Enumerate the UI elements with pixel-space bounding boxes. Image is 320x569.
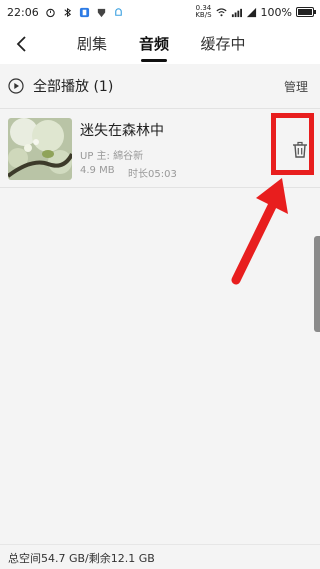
tab-caching[interactable]: 缓存中 [198,24,248,64]
chevron-left-icon [16,36,26,52]
battery-icon [296,7,316,17]
net-speed-unit: KB/S [195,11,212,19]
annotation-arrow-icon [231,178,288,285]
back-button[interactable] [8,30,36,58]
item-duration: 时长05:03 [128,169,177,180]
alarm-icon [45,8,55,17]
status-time: 22:06 [7,5,39,19]
item-title: 迷失在森林中 [80,123,164,139]
storage-footer: 总空间54.7 GB/剩余12.1 GB [0,544,320,569]
item-thumbnail[interactable] [8,118,72,180]
storage-info: 总空间54.7 GB/剩余12.1 GB [8,552,155,565]
top-nav: 剧集 音频 缓存中 [0,24,320,64]
battery-percent: 100% [260,5,292,19]
thumbnail-image [8,118,72,180]
annotation-highlight-box [271,113,314,175]
item-uploader: UP 主: 綿谷新 [80,151,144,162]
manage-button[interactable]: 管理 [284,78,308,95]
tab-audio[interactable]: 音频 [134,24,174,64]
status-right: 0.34 KB/S 100% [195,0,316,24]
bell-notification-icon [114,7,122,16]
side-scroll-handle[interactable] [314,236,320,332]
app-screen: 22:06 0.34 KB/S 100% 剧集 音频 缓存中 全部播放 (1) … [0,0,320,569]
play-all-label[interactable]: 全部播放 (1) [33,76,113,96]
status-left: 22:06 [0,6,124,19]
play-circle-icon[interactable] [8,78,24,94]
signal-icon [246,7,256,17]
tab-episodes[interactable]: 剧集 [72,24,112,64]
net-speed: 0.34 KB/S [195,5,211,19]
shield-notification-icon [97,8,105,17]
signal-4g-icon [231,8,242,17]
play-all-bar[interactable]: 全部播放 (1) 管理 [0,64,320,108]
wifi-icon [216,7,227,16]
app-notification-icon [79,7,89,17]
status-bar: 22:06 0.34 KB/S 100% [0,0,320,24]
item-size: 4.9 MB [80,165,115,176]
bluetooth-icon [64,7,71,17]
